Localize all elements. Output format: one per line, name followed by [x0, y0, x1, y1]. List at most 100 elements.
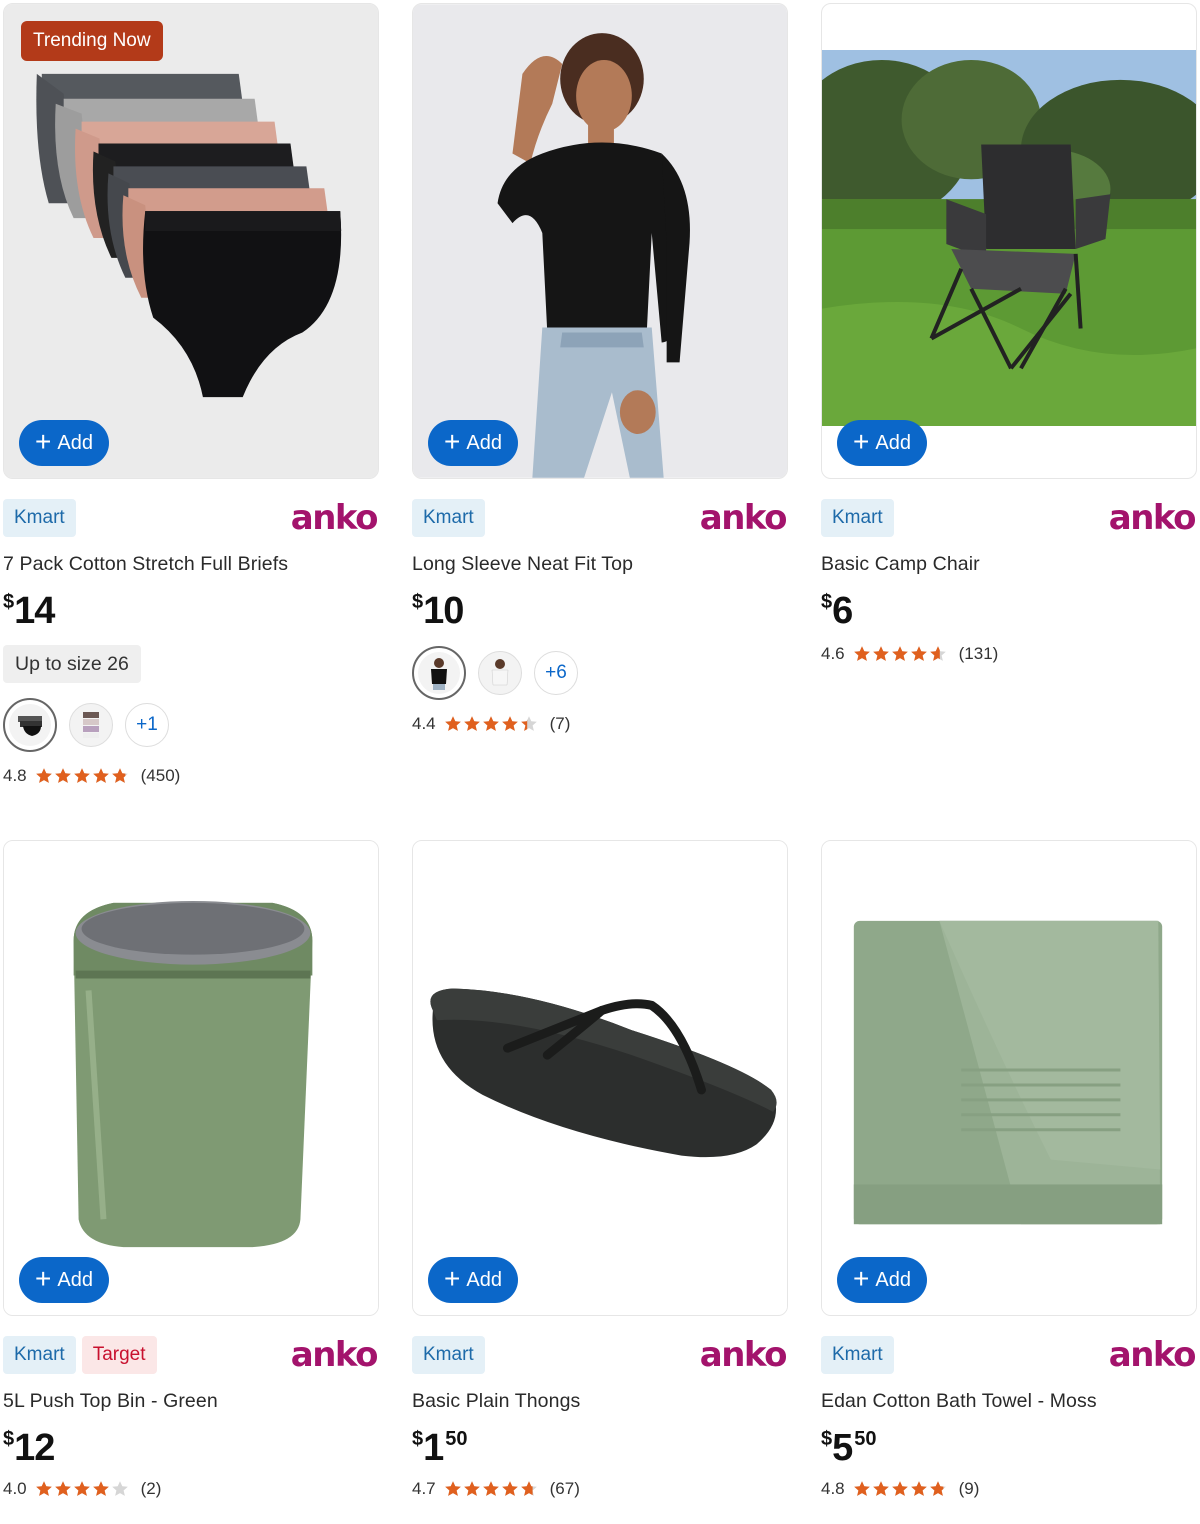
swatch-black[interactable]: [412, 646, 466, 700]
plus-icon: +: [35, 1262, 52, 1294]
colour-swatches: +6: [412, 645, 788, 701]
product-rating: 4.7 (67): [412, 1478, 788, 1500]
star-icon: [444, 716, 461, 731]
star-icon: [910, 646, 927, 661]
rating-stars: [853, 645, 947, 663]
star-icon: [111, 768, 128, 783]
star-icon: [444, 1481, 461, 1496]
thongs-photo: [413, 841, 787, 1315]
product-image[interactable]: + Add: [412, 840, 788, 1316]
store-tag-kmart: Kmart: [3, 499, 76, 537]
product-title[interactable]: Long Sleeve Neat Fit Top: [412, 553, 788, 577]
colour-swatches: +1: [3, 697, 379, 753]
review-count[interactable]: (131): [959, 644, 999, 664]
add-to-cart-button[interactable]: + Add: [837, 1257, 927, 1303]
product-card[interactable]: Trending Now + Add Kmart anko 7 Pack Cot…: [3, 3, 379, 787]
swatch-white[interactable]: [478, 651, 522, 695]
product-title[interactable]: Basic Plain Thongs: [412, 1390, 788, 1414]
rating-score: 4.7: [412, 1479, 436, 1498]
star-icon: [463, 716, 480, 731]
review-count[interactable]: (450): [141, 766, 181, 786]
briefs-photo: [4, 4, 378, 478]
star-icon: [111, 1481, 128, 1496]
star-icon: [35, 1481, 52, 1496]
product-image[interactable]: Trending Now + Add: [3, 3, 379, 479]
store-tag-kmart: Kmart: [3, 1336, 76, 1374]
product-title[interactable]: 5L Push Top Bin - Green: [3, 1390, 379, 1414]
add-to-cart-button[interactable]: + Add: [19, 420, 109, 466]
rating-score: 4.0: [3, 1479, 27, 1498]
plus-icon: +: [444, 425, 461, 457]
star-icon: [54, 1481, 71, 1496]
swatch-neutral[interactable]: [69, 703, 113, 747]
rating-stars: [853, 1480, 947, 1498]
camp-chair-photo: [822, 50, 1196, 426]
star-icon: [891, 1481, 908, 1496]
star-icon: [92, 768, 109, 783]
star-icon: [872, 646, 889, 661]
star-icon: [853, 646, 870, 661]
product-price: $14: [3, 590, 55, 632]
add-to-cart-button[interactable]: + Add: [428, 1257, 518, 1303]
product-price: $5 50: [821, 1427, 877, 1469]
store-tag-kmart: Kmart: [412, 499, 485, 537]
rating-score: 4.8: [3, 766, 27, 785]
star-icon: [482, 1481, 499, 1496]
product-rating: 4.4 (7): [412, 713, 788, 735]
product-title[interactable]: Edan Cotton Bath Towel - Moss: [821, 1390, 1197, 1414]
brand-logo-anko[interactable]: anko: [1109, 1338, 1197, 1372]
star-icon: [929, 1481, 946, 1496]
brand-logo-anko[interactable]: anko: [291, 1338, 379, 1372]
product-image[interactable]: + Add: [412, 3, 788, 479]
star-icon: [482, 716, 499, 731]
review-count[interactable]: (67): [550, 1479, 580, 1499]
brand-logo-anko[interactable]: anko: [1109, 501, 1197, 535]
add-to-cart-button[interactable]: + Add: [19, 1257, 109, 1303]
rating-stars: [444, 1480, 538, 1498]
brand-logo-anko[interactable]: anko: [700, 1338, 788, 1372]
star-icon: [891, 646, 908, 661]
plus-icon: +: [853, 1262, 870, 1294]
size-badge: Up to size 26: [3, 645, 141, 683]
product-card[interactable]: + Add Kmart anko Long Sleeve Neat Fit To…: [412, 3, 788, 735]
review-count[interactable]: (7): [550, 714, 571, 734]
star-icon: [501, 716, 518, 731]
plus-icon: +: [444, 1262, 461, 1294]
brand-logo-anko[interactable]: anko: [700, 501, 788, 535]
product-image[interactable]: + Add: [3, 840, 379, 1316]
more-colours-button[interactable]: +6: [534, 651, 578, 695]
star-icon: [54, 768, 71, 783]
plus-icon: +: [853, 425, 870, 457]
product-title[interactable]: 7 Pack Cotton Stretch Full Briefs: [3, 553, 379, 577]
star-icon: [872, 1481, 889, 1496]
product-image[interactable]: + Add: [821, 840, 1197, 1316]
product-rating: 4.8 (450): [3, 765, 379, 787]
star-icon: [73, 1481, 90, 1496]
add-to-cart-button[interactable]: + Add: [837, 420, 927, 466]
product-price: $10: [412, 590, 464, 632]
more-colours-button[interactable]: +1: [125, 703, 169, 747]
store-tag-kmart: Kmart: [821, 499, 894, 537]
star-icon: [520, 716, 537, 731]
review-count[interactable]: (9): [959, 1479, 980, 1499]
swatch-black[interactable]: [3, 698, 57, 752]
product-image[interactable]: + Add: [821, 3, 1197, 479]
product-card[interactable]: + Add Kmart anko Basic Camp Chair $6 4.6…: [821, 3, 1197, 665]
review-count[interactable]: (2): [141, 1479, 162, 1499]
product-card[interactable]: + Add Kmart anko Basic Plain Thongs $1 50…: [412, 840, 788, 1500]
star-icon: [520, 1481, 537, 1496]
product-card[interactable]: + Add Kmart Target anko 5L Push Top Bin …: [3, 840, 379, 1500]
brand-logo-anko[interactable]: anko: [291, 501, 379, 535]
rating-score: 4.6: [821, 644, 845, 663]
towel-photo: [822, 841, 1196, 1315]
product-card[interactable]: + Add Kmart anko Edan Cotton Bath Towel …: [821, 840, 1197, 1500]
rating-stars: [35, 767, 129, 785]
product-rating: 4.6 (131): [821, 643, 1197, 665]
rating-score: 4.8: [821, 1479, 845, 1498]
product-title[interactable]: Basic Camp Chair: [821, 553, 1197, 577]
store-tag-target: Target: [81, 1336, 157, 1374]
product-price: $1 50: [412, 1427, 468, 1469]
product-rating: 4.8 (9): [821, 1478, 1197, 1500]
store-tag-kmart: Kmart: [412, 1336, 485, 1374]
add-to-cart-button[interactable]: + Add: [428, 420, 518, 466]
